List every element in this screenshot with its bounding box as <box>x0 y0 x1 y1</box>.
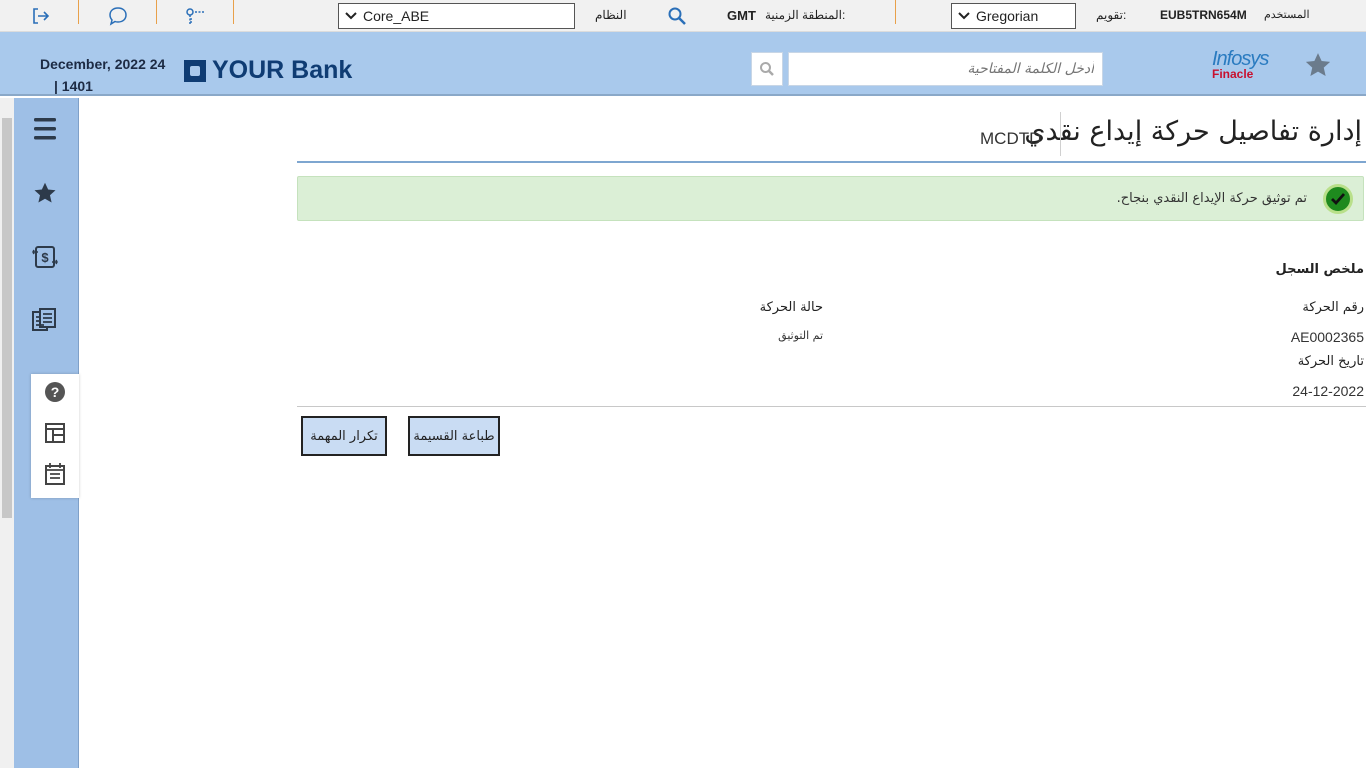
star-icon[interactable] <box>30 178 60 208</box>
scrollbar-thumb[interactable] <box>2 118 12 518</box>
repeat-task-button[interactable]: تكرار المهمة <box>301 416 387 456</box>
system-label: النظام <box>595 8 627 22</box>
app-header: December, 2022 24 | 1401 YOUR Bank Infos… <box>0 32 1366 96</box>
svg-text:$: $ <box>41 250 49 265</box>
separator <box>78 0 79 24</box>
sidebar-tools-panel: ? <box>31 374 79 498</box>
menu-icon[interactable] <box>30 114 60 144</box>
favorite-star-icon[interactable] <box>1303 50 1333 80</box>
chevron-down-icon <box>343 12 359 20</box>
separator <box>233 0 234 24</box>
title-separator <box>1060 112 1061 156</box>
svg-text:?: ? <box>51 384 60 400</box>
logout-icon[interactable] <box>28 4 52 28</box>
top-utility-bar: Core_ABE النظام GMT المنطقة الزمنية: Gre… <box>0 0 1366 32</box>
page-title: إدارة تفاصيل حركة إيداع نقدي <box>1024 116 1362 147</box>
separator <box>895 0 896 24</box>
check-circle-icon <box>1323 184 1353 214</box>
title-underline <box>297 161 1366 163</box>
user-label: المستخدم <box>1264 9 1310 21</box>
layout-icon[interactable] <box>43 421 67 445</box>
transaction-date-label: تاريخ الحركة <box>1297 354 1364 369</box>
calendar-select-value: Gregorian <box>976 8 1039 24</box>
page-scrollbar[interactable] <box>0 98 14 768</box>
bank-name: YOUR Bank <box>212 56 353 84</box>
transaction-id-value: AE0002365 <box>1290 329 1364 345</box>
search-button[interactable] <box>751 52 783 86</box>
section-divider <box>297 406 1366 407</box>
record-summary-title: ملخص السجل <box>1275 262 1364 277</box>
transaction-date-value: 24-12-2022 <box>1292 383 1364 399</box>
vendor-logo: Infosys Finacle <box>1212 48 1272 81</box>
help-icon[interactable]: ? <box>43 380 67 404</box>
keyword-search-input[interactable] <box>788 52 1103 86</box>
documents-icon[interactable] <box>30 305 60 335</box>
timezone-label: المنطقة الزمنية: <box>765 8 846 22</box>
bank-logo-mark <box>184 59 206 82</box>
environment-select[interactable]: Core_ABE <box>338 3 575 29</box>
separator <box>156 0 157 24</box>
alt-calendar-date: | 1401 <box>54 78 93 94</box>
chevron-down-icon <box>956 12 972 20</box>
calendar-label: تقويم: <box>1096 8 1127 22</box>
bank-logo: YOUR Bank <box>184 56 352 85</box>
currency-exchange-icon[interactable]: $ <box>30 242 60 272</box>
user-id: EUB5TRN654M <box>1160 8 1247 22</box>
environment-select-value: Core_ABE <box>363 8 430 24</box>
transaction-status-label: حالة الحركة <box>759 300 823 315</box>
transaction-id-label: رقم الحركة <box>1302 300 1364 315</box>
calendar-select[interactable]: Gregorian <box>951 3 1076 29</box>
main-content: إدارة تفاصيل حركة إيداع نقدي MCDTD تم تو… <box>80 98 1366 768</box>
print-receipt-button[interactable]: طباعة القسيمة <box>408 416 500 456</box>
function-code: MCDTD <box>980 129 1042 148</box>
search-icon <box>760 62 774 76</box>
success-alert: تم توثيق حركة الإيداع النقدي بنجاح. <box>297 176 1364 221</box>
success-message: تم توثيق حركة الإيداع النقدي بنجاح. <box>1116 191 1307 206</box>
chat-icon[interactable] <box>106 4 130 28</box>
calendar-icon[interactable] <box>43 462 67 486</box>
search-icon[interactable] <box>665 4 689 28</box>
timezone-value: GMT <box>727 8 756 23</box>
current-date: December, 2022 24 <box>40 56 166 72</box>
transaction-status-value: تم التوثيق <box>778 329 823 342</box>
key-icon[interactable] <box>183 4 207 28</box>
